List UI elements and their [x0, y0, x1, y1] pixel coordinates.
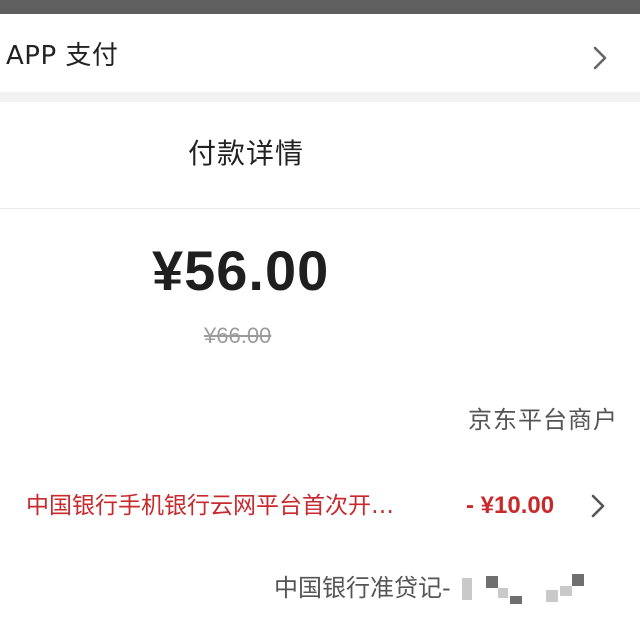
masked-card-number	[572, 574, 584, 586]
merchant-name: 京东平台商户	[468, 406, 618, 434]
payment-amount: ¥56.00	[152, 239, 330, 302]
top-bar	[0, 0, 640, 14]
masked-card-number	[560, 586, 572, 596]
chevron-right-icon	[580, 38, 620, 78]
masked-card-number	[486, 576, 498, 588]
card-label: 中国银行准贷记-	[274, 574, 451, 602]
masked-card-number	[546, 590, 558, 602]
detail-header: 付款详情	[0, 102, 640, 209]
promotion-discount: - ¥10.00	[466, 492, 555, 519]
payment-method-label: APP 支付	[6, 41, 119, 71]
payment-method-row[interactable]: APP 支付	[0, 14, 640, 92]
masked-card-number	[462, 578, 472, 600]
masked-card-number	[498, 588, 508, 598]
promotion-row[interactable]: 中国银行手机银行云网平台首次开… - ¥10.00	[0, 482, 640, 530]
section-divider	[0, 92, 640, 102]
promotion-label: 中国银行手机银行云网平台首次开…	[26, 493, 394, 519]
chevron-right-icon	[578, 486, 618, 526]
masked-card-number	[510, 596, 522, 604]
card-row: 中国银行准贷记-	[274, 568, 614, 608]
page-title: 付款详情	[188, 137, 305, 170]
original-amount: ¥66.00	[204, 323, 272, 348]
